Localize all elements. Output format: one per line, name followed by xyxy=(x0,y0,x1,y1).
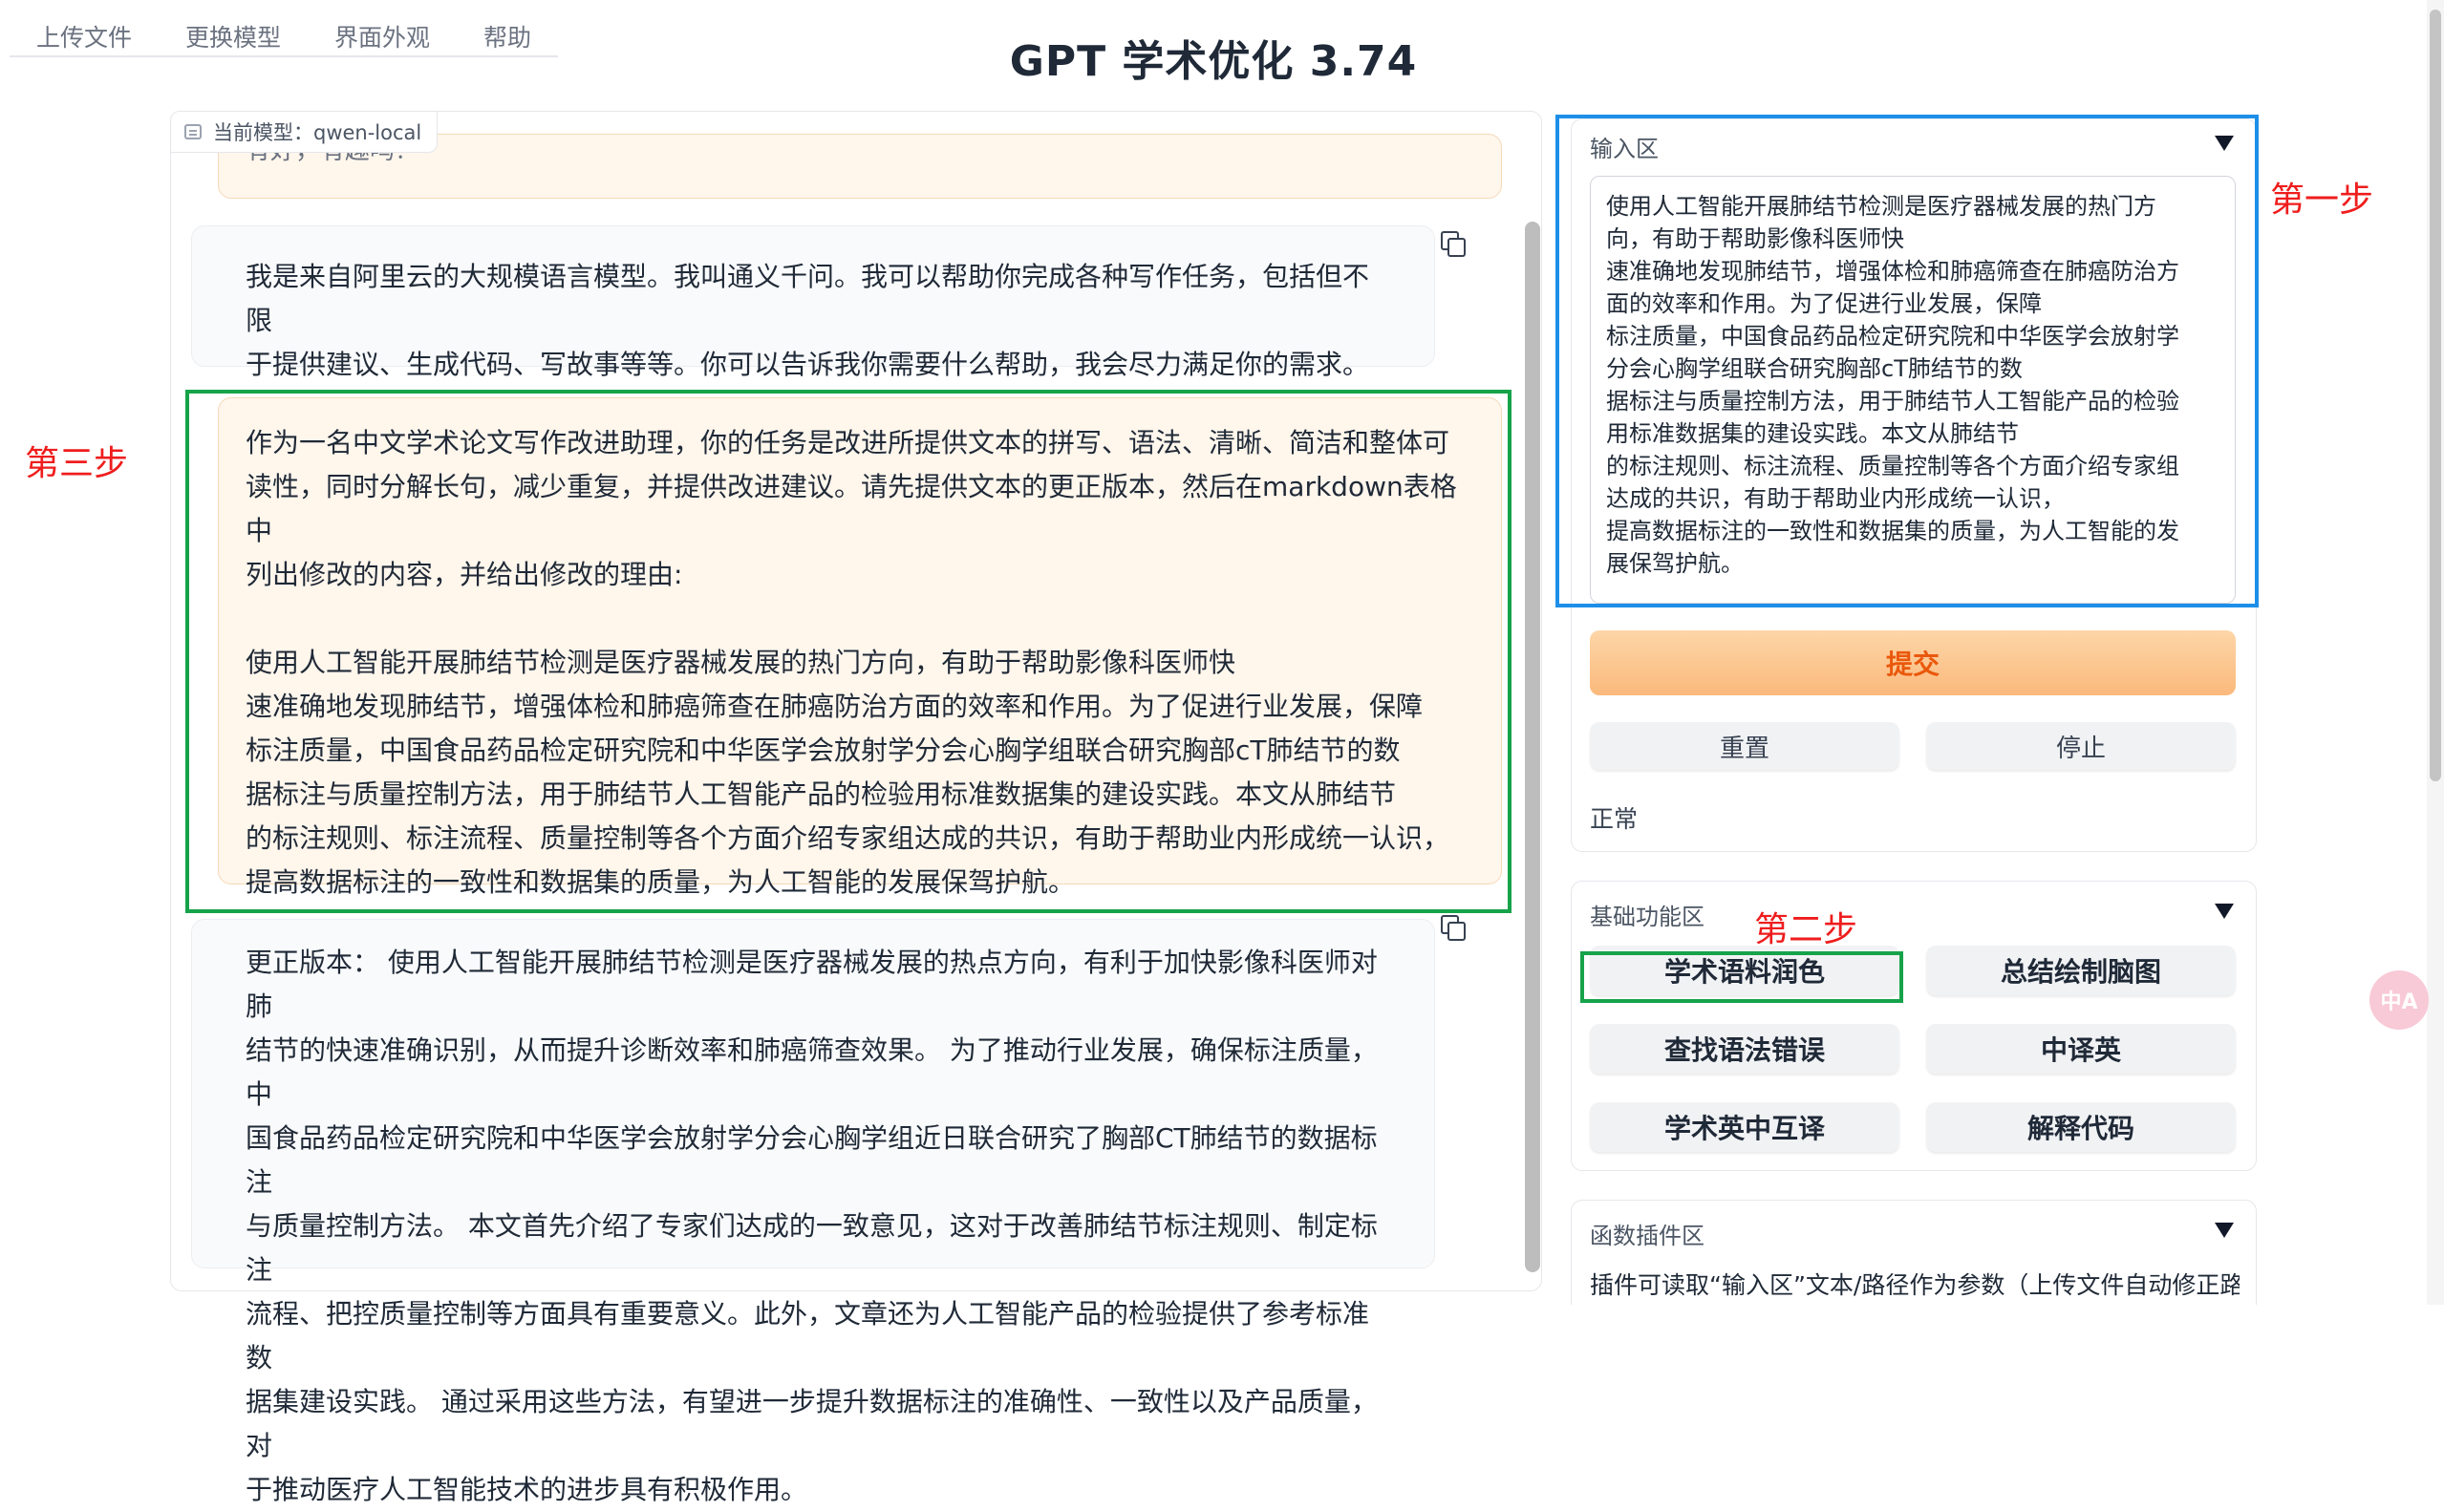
page-title: GPT 学术优化 3.74 xyxy=(1009,37,1418,86)
copy-icon[interactable] xyxy=(1441,915,1466,941)
chat-message-bot-reply: 更正版本： 使用人工智能开展肺结节检测是医疗器械发展的热点方向，有利于加快影像科… xyxy=(191,919,1435,1505)
basic-functions-label: 基础功能区 xyxy=(1590,904,1704,930)
model-badge-label: 当前模型：qwen-local xyxy=(213,121,422,144)
annotation-step2: 第二步 xyxy=(1754,910,1858,949)
grammar-check-button[interactable]: 查找语法错误 xyxy=(1590,1024,1899,1074)
reply-line: 更正版本： 使用人工智能开展肺结节检测是医疗器械发展的热点方向，有利于加快影像科… xyxy=(246,947,1378,1022)
copy-icon[interactable] xyxy=(1441,231,1466,257)
submit-button[interactable]: 提交 xyxy=(1590,630,2236,695)
chat-icon xyxy=(184,124,202,139)
chat-scrollbar[interactable] xyxy=(1525,222,1540,1272)
translate-icon[interactable]: 中A xyxy=(2369,970,2429,1030)
explain-code-button[interactable]: 解释代码 xyxy=(1926,1102,2236,1152)
status-text: 正常 xyxy=(1590,805,1639,833)
annotation-step3: 第三步 xyxy=(25,444,129,483)
academic-translate-button[interactable]: 学术英中互译 xyxy=(1590,1102,1899,1152)
mindmap-button[interactable]: 总结绘制脑图 xyxy=(1926,946,2236,995)
reply-line: 于推动医疗人工智能技术的进步具有积极作用。 xyxy=(246,1474,808,1505)
chat-message-bot: 我是来自阿里云的大规模语言模型。我叫通义千问。我可以帮助你完成各种写作任务，包括… xyxy=(191,225,1435,380)
zh-to-en-button[interactable]: 中译英 xyxy=(1926,1024,2236,1074)
annotation-step1: 第一步 xyxy=(2270,181,2374,220)
model-badge: 当前模型：qwen-local xyxy=(170,111,439,153)
reset-button[interactable]: 重置 xyxy=(1590,722,1899,770)
collapse-caret-icon[interactable] xyxy=(2215,1223,2234,1238)
annotation-box-step3 xyxy=(185,390,1511,913)
message-line: 我是来自阿里云的大规模语言模型。我叫通义千问。我可以帮助你完成各种写作任务，包括… xyxy=(246,261,1370,336)
stop-button[interactable]: 停止 xyxy=(1926,722,2236,770)
message-line: 于提供建议、生成代码、写故事等等。你可以告诉我你需要什么帮助，我会尽力满足你的需… xyxy=(246,349,1370,380)
plugins-description: 插件可读取“输入区”文本/路径作为参数（上传文件自动修正路 xyxy=(1590,1271,2240,1299)
page-scrollbar-thumb[interactable] xyxy=(2430,10,2441,781)
annotation-box-step1 xyxy=(1555,115,2259,607)
reply-line: 流程、把控质量控制等方面具有重要意义。此外，文章还为人工智能产品的检验提供了参考… xyxy=(246,1298,1370,1374)
reply-line: 据集建设实践。 通过采用这些方法，有望进一步提升数据标注的准确性、一致性以及产品… xyxy=(246,1386,1378,1461)
collapse-caret-icon[interactable] xyxy=(2215,904,2234,919)
reply-line: 结节的快速准确识别，从而提升诊断效率和肺癌筛查效果。 为了推动行业发展，确保标注… xyxy=(246,1034,1378,1110)
reply-line: 国食品药品检定研究院和中华医学会放射学分会心胸学组近日联合研究了胸部CT肺结节的… xyxy=(246,1122,1378,1198)
plugins-label: 函数插件区 xyxy=(1590,1223,1704,1249)
reply-line: 与质量控制方法。 本文首先介绍了专家们达成的一致意见，这对于改善肺结节标注规则、… xyxy=(246,1210,1378,1286)
annotation-box-step2 xyxy=(1580,951,1903,1003)
